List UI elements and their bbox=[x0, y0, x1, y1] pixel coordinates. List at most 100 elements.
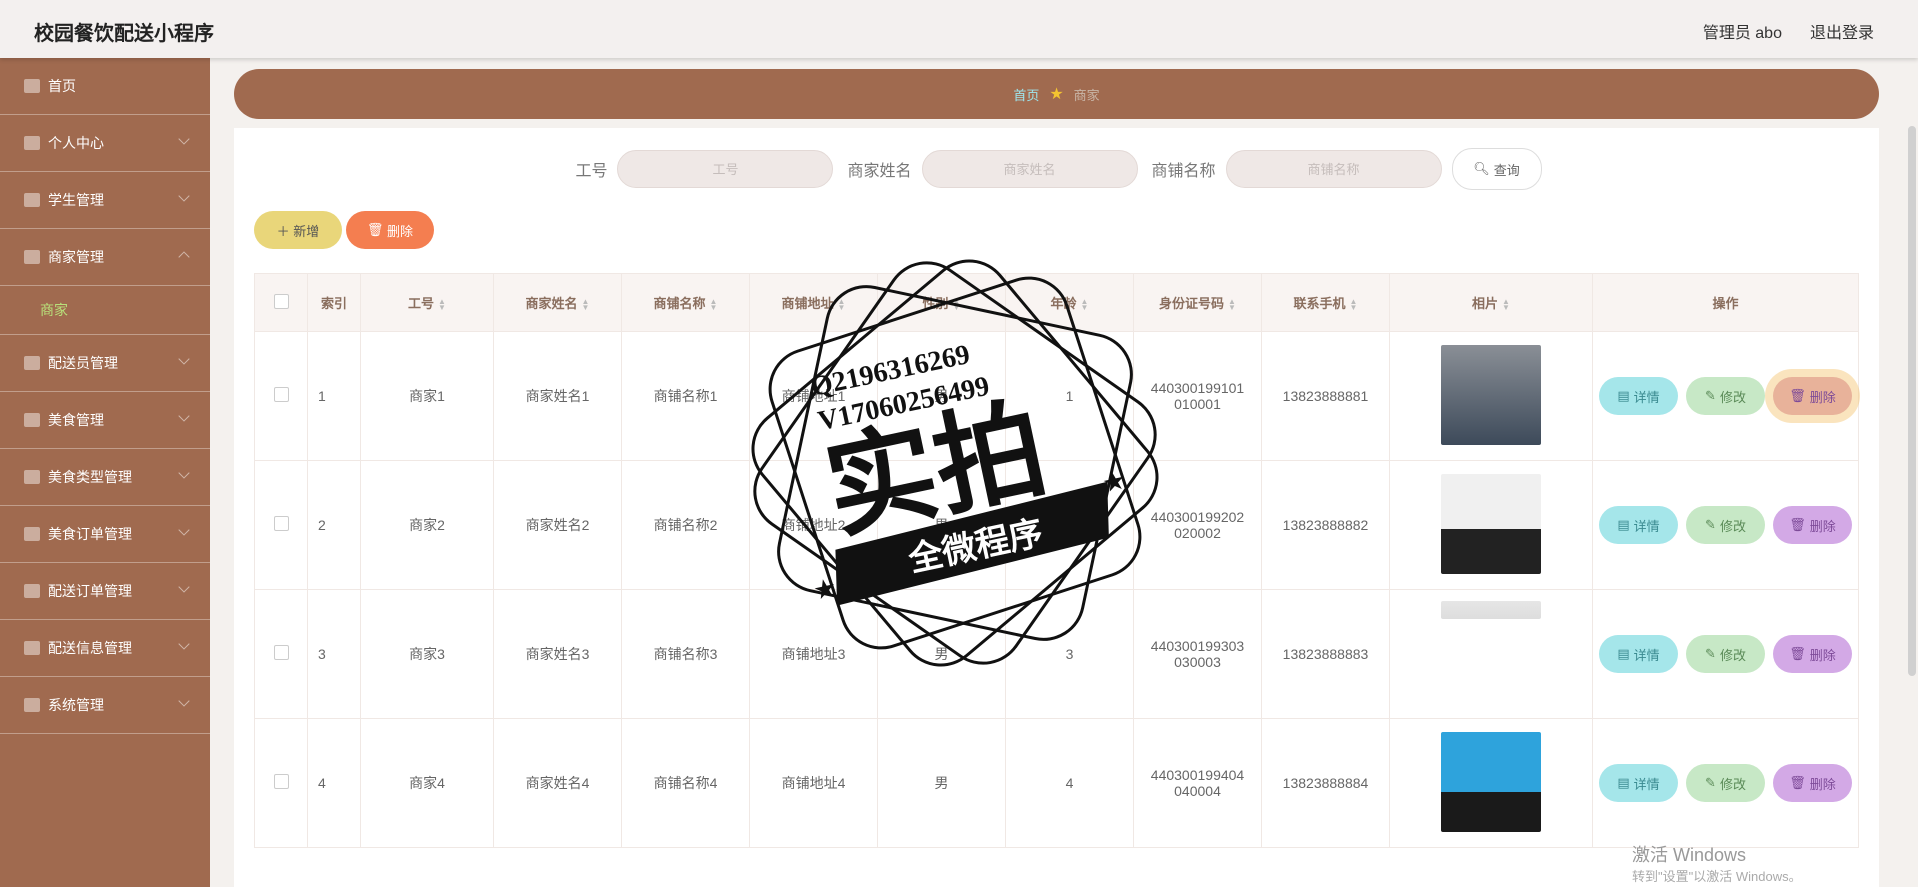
idcard-line2: 020002 bbox=[1174, 525, 1221, 541]
sidebar-item-food-types[interactable]: 美食类型管理 bbox=[0, 449, 210, 506]
action-buttons: ＋ 新增 🗑 删除 bbox=[254, 211, 434, 249]
scrollbar[interactable] bbox=[1908, 126, 1916, 676]
sort-icon[interactable]: ▲ ▼ bbox=[1350, 297, 1358, 311]
row-select-cell[interactable] bbox=[254, 718, 308, 848]
sort-icon[interactable]: ▲ ▼ bbox=[582, 297, 590, 311]
checkbox[interactable] bbox=[273, 516, 289, 531]
detail-button[interactable]: ▤ 详情 bbox=[1599, 506, 1678, 544]
search-label-shop: 商铺名称 bbox=[1151, 163, 1216, 180]
sidebar-item-food[interactable]: 美食管理 bbox=[0, 392, 210, 449]
detail-button[interactable]: ▤ 详情 bbox=[1599, 764, 1678, 802]
row-select-cell[interactable] bbox=[254, 331, 308, 461]
sidebar-item-home[interactable]: 首页 bbox=[0, 58, 210, 115]
checkbox[interactable] bbox=[273, 387, 289, 402]
idcard-line2: 010001 bbox=[1174, 396, 1221, 412]
sidebar-item-students[interactable]: 学生管理 bbox=[0, 172, 210, 229]
sidebar-item-delivery-info[interactable]: 配送信息管理 bbox=[0, 620, 210, 677]
sidebar-item-label: 首页 bbox=[48, 78, 76, 94]
delete-button-label: 删除 bbox=[1809, 776, 1836, 792]
sort-icon[interactable]: ▲ ▼ bbox=[1502, 297, 1510, 311]
star-icon: ★ bbox=[1099, 464, 1128, 498]
cell-idcard: 440300199404 040004 bbox=[1133, 718, 1262, 848]
send-icon bbox=[24, 641, 40, 655]
top-right-area: 管理员 abo 退出登录 bbox=[1703, 19, 1874, 43]
logout-link[interactable]: 退出登录 bbox=[1810, 19, 1874, 43]
checkbox[interactable] bbox=[273, 774, 289, 789]
sort-icon[interactable]: ▲ ▼ bbox=[710, 297, 718, 311]
star-icon: ★ bbox=[810, 572, 839, 606]
add-button[interactable]: ＋ 新增 bbox=[254, 211, 342, 249]
detail-button[interactable]: ▤ 详情 bbox=[1599, 377, 1678, 415]
select-all-cell[interactable] bbox=[254, 273, 308, 332]
trash-icon: 🗑 bbox=[1789, 517, 1806, 532]
edit-button[interactable]: ✎ 修改 bbox=[1686, 377, 1765, 415]
cell-name: 商家姓名2 bbox=[493, 460, 622, 590]
breadcrumb-home[interactable]: 首页 bbox=[1013, 85, 1039, 104]
detail-button[interactable]: ▤ 详情 bbox=[1599, 635, 1678, 673]
chevron-down-icon bbox=[178, 190, 190, 202]
doc-icon: ▤ bbox=[1617, 517, 1630, 532]
col-header-index: 索引 bbox=[307, 273, 361, 332]
lines-icon bbox=[24, 584, 40, 598]
row-select-cell[interactable] bbox=[254, 589, 308, 719]
sidebar-item-merchants[interactable]: 商家管理 bbox=[0, 229, 210, 286]
cell-actions: ▤ 详情 ✎ 修改 🗑 删除 bbox=[1592, 331, 1859, 461]
delete-button[interactable]: 🗑 删除 bbox=[1773, 764, 1852, 802]
plus-icon: ＋ bbox=[276, 223, 294, 239]
col-header-photo[interactable]: 相片 ▲ ▼ bbox=[1389, 273, 1593, 332]
detail-button-label: 详情 bbox=[1633, 389, 1660, 405]
query-button[interactable]: 🔍︎ 查询 bbox=[1451, 148, 1542, 190]
star-icon: ★ bbox=[1049, 86, 1064, 103]
edit-button-label: 修改 bbox=[1719, 389, 1746, 405]
table-row: 4 商家4 商家姓名4 商铺名称4 商铺地址4 男 4 440300199404… bbox=[254, 718, 1859, 848]
cell-index: 4 bbox=[307, 718, 361, 848]
col-header-shop[interactable]: 商铺名称 ▲ ▼ bbox=[621, 273, 750, 332]
sidebar-item-couriers[interactable]: 配送员管理 bbox=[0, 335, 210, 392]
pencil-icon: ✎ bbox=[1705, 517, 1716, 532]
col-header-name[interactable]: 商家姓名 ▲ ▼ bbox=[493, 273, 622, 332]
idcard-line1: 440300199303 bbox=[1150, 638, 1245, 654]
sort-icon[interactable]: ▲ ▼ bbox=[438, 297, 446, 311]
sidebar-subitem-merchant[interactable]: 商家 bbox=[0, 286, 210, 335]
delete-button-label: 删除 bbox=[1809, 518, 1836, 534]
grid-icon bbox=[24, 193, 40, 207]
pencil-icon: ✎ bbox=[1705, 646, 1716, 661]
delete-button[interactable]: 🗑 删除 bbox=[1773, 506, 1852, 544]
sidebar-item-food-orders[interactable]: 美食订单管理 bbox=[0, 506, 210, 563]
sidebar-item-label: 配送订单管理 bbox=[48, 583, 132, 599]
query-button-label: 查询 bbox=[1493, 162, 1520, 178]
search-input-shop[interactable] bbox=[1225, 150, 1442, 188]
search-input-name[interactable] bbox=[921, 150, 1138, 188]
sidebar-item-label: 学生管理 bbox=[48, 192, 104, 208]
row-select-cell[interactable] bbox=[254, 460, 308, 590]
delete-button[interactable]: 🗑 删除 bbox=[1773, 635, 1852, 673]
cell-phone: 13823888883 bbox=[1261, 589, 1390, 719]
sidebar-item-profile[interactable]: 个人中心 bbox=[0, 115, 210, 172]
col-header-label: 工号 bbox=[408, 296, 435, 311]
sidebar-item-delivery-orders[interactable]: 配送订单管理 bbox=[0, 563, 210, 620]
edit-button[interactable]: ✎ 修改 bbox=[1686, 506, 1765, 544]
col-header-id[interactable]: 工号 ▲ ▼ bbox=[360, 273, 494, 332]
edit-button-label: 修改 bbox=[1719, 518, 1746, 534]
search-label-name: 商家姓名 bbox=[847, 163, 912, 180]
delete-button-label: 删除 bbox=[1809, 647, 1836, 663]
idcard-line2: 030003 bbox=[1174, 654, 1221, 670]
breadcrumb-current: 商家 bbox=[1073, 87, 1100, 103]
sidebar-item-system[interactable]: 系统管理 bbox=[0, 677, 210, 734]
col-header-phone[interactable]: 联系手机 ▲ ▼ bbox=[1261, 273, 1390, 332]
sort-icon[interactable]: ▲ ▼ bbox=[1228, 297, 1236, 311]
sidebar-item-label: 商家管理 bbox=[48, 249, 104, 265]
cell-name: 商家姓名1 bbox=[493, 331, 622, 461]
cell-id: 商家2 bbox=[360, 460, 494, 590]
delete-button-label: 删除 bbox=[387, 223, 414, 239]
checkbox[interactable] bbox=[273, 293, 289, 309]
monitor-icon bbox=[24, 527, 40, 541]
idcard-line1: 440300199202 bbox=[1150, 509, 1245, 525]
search-input-id[interactable] bbox=[617, 150, 834, 188]
edit-button[interactable]: ✎ 修改 bbox=[1686, 635, 1765, 673]
edit-button[interactable]: ✎ 修改 bbox=[1686, 764, 1765, 802]
delete-button[interactable]: 🗑 删除 bbox=[1773, 377, 1852, 415]
checkbox[interactable] bbox=[273, 645, 289, 660]
table-icon bbox=[24, 413, 40, 427]
batch-delete-button[interactable]: 🗑 删除 bbox=[346, 211, 434, 249]
